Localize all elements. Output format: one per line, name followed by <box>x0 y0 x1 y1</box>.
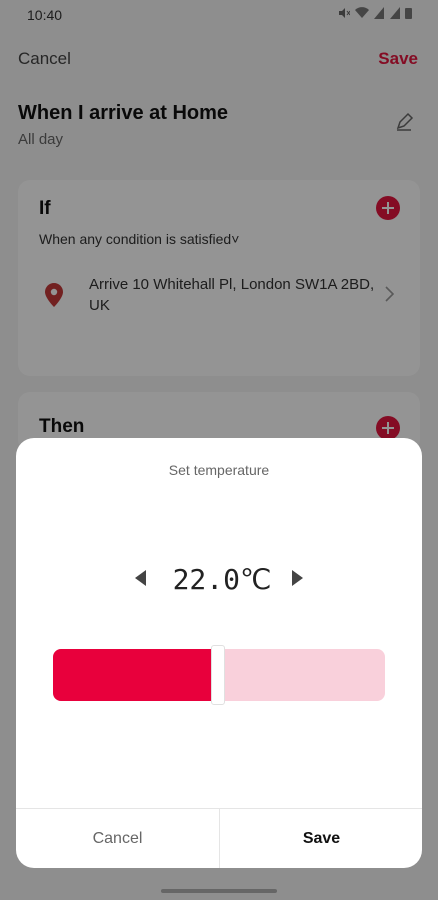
dialog-footer: Cancel Save <box>16 808 422 868</box>
temperature-stepper: 22.0℃ <box>16 560 422 600</box>
temperature-slider-fill <box>53 649 212 701</box>
dialog-title: Set temperature <box>168 462 270 478</box>
temperature-value: 22.0℃ <box>172 563 272 596</box>
set-temperature-dialog: Set temperature 22.0℃ Cancel Save <box>16 438 422 868</box>
increase-temperature-icon[interactable] <box>292 570 303 586</box>
temperature-slider-handle[interactable] <box>211 645 225 705</box>
decrease-temperature-icon[interactable] <box>135 570 146 586</box>
home-indicator[interactable] <box>161 889 277 893</box>
dialog-save-button[interactable]: Save <box>219 809 422 868</box>
dialog-cancel-button[interactable]: Cancel <box>16 809 219 868</box>
